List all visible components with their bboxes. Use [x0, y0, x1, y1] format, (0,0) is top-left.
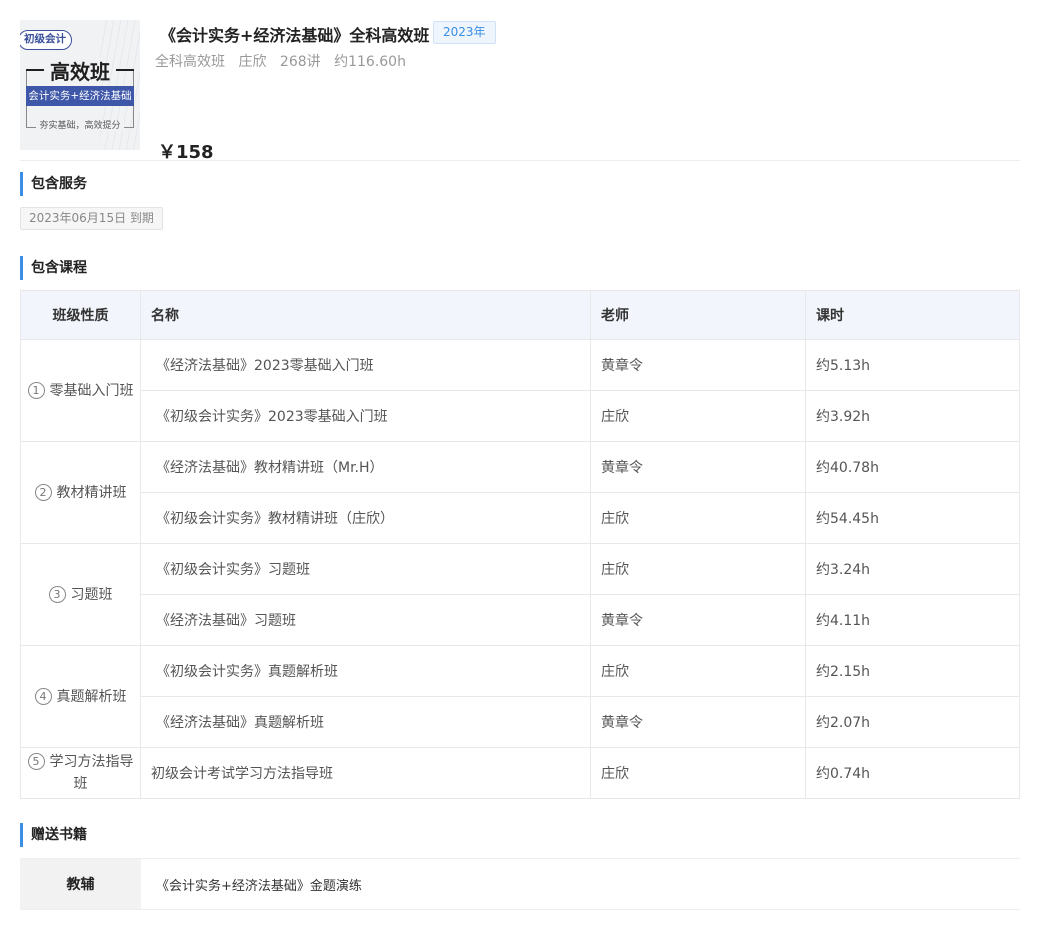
table-row[interactable]: 《初级会计实务》真题解析班 庄欣 约2.15h [141, 646, 1020, 697]
cover-headline: 高效班 [20, 56, 140, 85]
cover-tag: 初级会计 [20, 30, 72, 50]
course-teacher: 黄章令 [591, 595, 806, 646]
header-teacher: 老师 [591, 291, 806, 340]
course-teacher: 庄欣 [591, 646, 806, 697]
books-row: 教辅 《会计实务+经济法基础》金题演练 [20, 858, 1020, 910]
circled-number: 3 [48, 585, 66, 603]
group-kind: 1 零基础入门班 [21, 340, 141, 442]
expire-badge: 2023年06月15日 到期 [20, 207, 163, 230]
course-hours: 约5.13h [806, 340, 1020, 391]
table-row[interactable]: 《经济法基础》真题解析班 黄章令 约2.07h [141, 697, 1020, 748]
course-teacher: 庄欣 [591, 748, 806, 799]
table-row[interactable]: 初级会计考试学习方法指导班 庄欣 约0.74h [141, 748, 1020, 799]
section-title-courses: 包含课程 [20, 256, 87, 280]
course-name[interactable]: 《经济法基础》习题班 [141, 595, 591, 646]
course-name[interactable]: 《经济法基础》教材精讲班（Mr.H） [141, 442, 591, 493]
course-teacher: 黄章令 [591, 697, 806, 748]
course-name[interactable]: 《初级会计实务》教材精讲班（庄欣） [141, 493, 591, 544]
course-hours: 约3.92h [806, 391, 1020, 442]
header-kind: 班级性质 [21, 291, 141, 340]
course-hours: 约2.15h [806, 646, 1020, 697]
table-row[interactable]: 《经济法基础》2023零基础入门班 黄章令 约5.13h [141, 340, 1020, 391]
group-kind: 5 学习方法指导班 [21, 748, 141, 799]
table-row[interactable]: 《经济法基础》习题班 黄章令 约4.11h [141, 595, 1020, 646]
course-teacher: 庄欣 [591, 391, 806, 442]
year-badge: 2023年 [433, 21, 496, 44]
course-teacher: 黄章令 [591, 442, 806, 493]
table-header-row: 班级性质 名称 老师 课时 [21, 291, 1020, 340]
course-hours: 约3.24h [806, 544, 1020, 595]
product-meta: 全科高效班 庄欣 268讲 约116.60h [155, 51, 415, 71]
meta-lectures: 268讲 [279, 54, 321, 70]
course-group: 2 教材精讲班 《经济法基础》教材精讲班（Mr.H） 黄章令 约40.78h 《初… [21, 442, 1020, 544]
course-teacher: 庄欣 [591, 493, 806, 544]
circled-number: 4 [34, 687, 52, 705]
course-group: 1 零基础入门班 《经济法基础》2023零基础入门班 黄章令 约5.13h 《初级… [21, 340, 1020, 442]
course-teacher: 黄章令 [591, 340, 806, 391]
course-hours: 约4.11h [806, 595, 1020, 646]
course-teacher: 庄欣 [591, 544, 806, 595]
course-hours: 约40.78h [806, 442, 1020, 493]
circled-number: 1 [27, 381, 45, 399]
course-name[interactable]: 《经济法基础》2023零基础入门班 [141, 340, 591, 391]
course-hours: 约2.07h [806, 697, 1020, 748]
courses-table: 班级性质 名称 老师 课时 1 零基础入门班 《经济法基础》2023零基础入门班 … [20, 290, 1020, 799]
books-label: 教辅 [20, 859, 141, 909]
cover-slogan: 夯实基础，高效提分 [20, 118, 140, 131]
meta-class-type: 全科高效班 [155, 54, 225, 70]
header-hours: 课时 [806, 291, 1020, 340]
circled-number: 2 [34, 483, 52, 501]
course-name[interactable]: 初级会计考试学习方法指导班 [141, 748, 591, 799]
meta-teacher: 庄欣 [238, 54, 267, 70]
table-row[interactable]: 《经济法基础》教材精讲班（Mr.H） 黄章令 约40.78h [141, 442, 1020, 493]
course-cover-image[interactable]: 初级会计 高效班 会计实务+经济法基础 夯实基础，高效提分 [20, 20, 140, 150]
group-kind: 4 真题解析班 [21, 646, 141, 748]
course-group: 4 真题解析班 《初级会计实务》真题解析班 庄欣 约2.15h 《经济法基础》真题… [21, 646, 1020, 748]
course-hours: 约54.45h [806, 493, 1020, 544]
course-group: 3 习题班 《初级会计实务》习题班 庄欣 约3.24h 《经济法基础》习题班 黄章… [21, 544, 1020, 646]
circled-number: 5 [27, 753, 45, 770]
books-value: 《会计实务+经济法基础》金题演练 [156, 878, 362, 894]
course-name[interactable]: 《经济法基础》真题解析班 [141, 697, 591, 748]
course-name[interactable]: 《初级会计实务》习题班 [141, 544, 591, 595]
group-kind: 3 习题班 [21, 544, 141, 646]
section-title-services: 包含服务 [20, 172, 87, 196]
meta-hours: 约116.60h [334, 54, 406, 70]
table-row[interactable]: 《初级会计实务》教材精讲班（庄欣） 庄欣 约54.45h [141, 493, 1020, 544]
section-title-books: 赠送书籍 [20, 823, 87, 847]
header-name: 名称 [141, 291, 591, 340]
table-row[interactable]: 《初级会计实务》2023零基础入门班 庄欣 约3.92h [141, 391, 1020, 442]
course-name[interactable]: 《初级会计实务》真题解析班 [141, 646, 591, 697]
table-row[interactable]: 《初级会计实务》习题班 庄欣 约3.24h [141, 544, 1020, 595]
product-title: 《会计实务+经济法基础》全科高效班 [160, 26, 430, 45]
product-price: ￥158 [158, 142, 214, 163]
cover-band: 会计实务+经济法基础 [26, 86, 134, 106]
group-kind: 2 教材精讲班 [21, 442, 141, 544]
course-hours: 约0.74h [806, 748, 1020, 799]
product-header: 初级会计 高效班 会计实务+经济法基础 夯实基础，高效提分 《会计实务+经济法基… [20, 20, 1020, 163]
course-group: 5 学习方法指导班 初级会计考试学习方法指导班 庄欣 约0.74h [21, 748, 1020, 799]
course-name[interactable]: 《初级会计实务》2023零基础入门班 [141, 391, 591, 442]
